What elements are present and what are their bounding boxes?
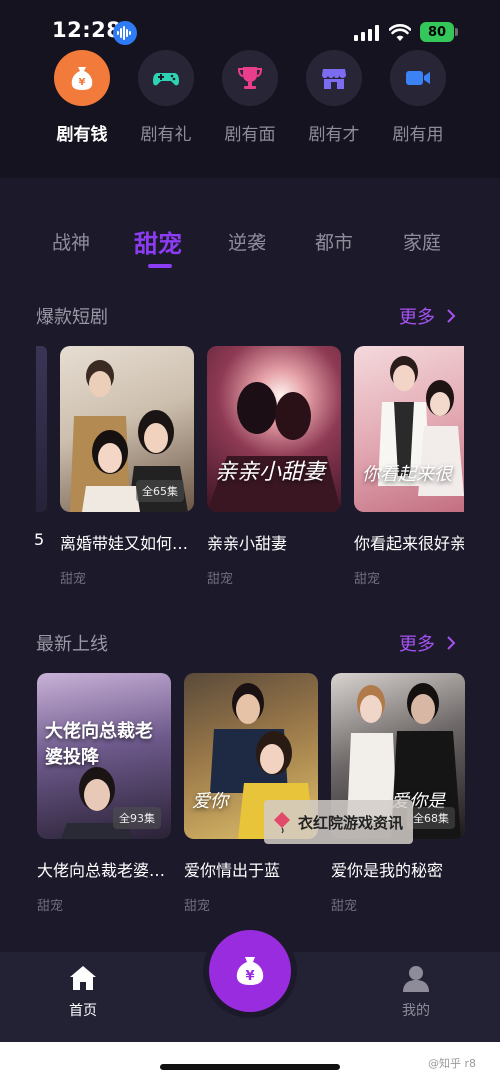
quick-nav-item-useful[interactable]: 剧有用 xyxy=(377,50,459,145)
drama-genre: 甜宠 xyxy=(60,572,87,587)
episode-badge: 全65集 xyxy=(136,480,184,502)
chevron-right-icon xyxy=(447,309,456,323)
drama-title: 你看起来很好亲 xyxy=(354,534,464,553)
active-tab-indicator xyxy=(148,264,172,268)
quick-nav-label: 剧有礼 xyxy=(140,125,192,145)
episode-badge: 全68集 xyxy=(407,807,455,829)
tab-nixi[interactable]: 逆袭 xyxy=(228,228,266,255)
partial-title: 5 xyxy=(34,530,45,549)
drama-genre: 甜宠 xyxy=(37,899,64,914)
quick-nav-item-gift[interactable]: 剧有礼 xyxy=(125,50,207,145)
money-bag-icon: ¥ xyxy=(236,957,264,985)
trophy-icon xyxy=(222,50,278,106)
video-camera-icon xyxy=(390,50,446,106)
kite-icon xyxy=(274,812,290,834)
drama-title: 大佬向总裁老婆… xyxy=(37,861,166,880)
drama-title: 爱你是我的秘密 xyxy=(331,861,444,880)
person-icon xyxy=(403,966,429,992)
drama-card[interactable]: 全65集 离婚带娃又如何… 甜宠 xyxy=(60,346,194,587)
status-bar: 12:28 80 xyxy=(0,0,500,52)
watermark: 衣红院游戏资讯 xyxy=(264,800,413,844)
nav-mine[interactable]: 我的 xyxy=(381,962,451,1020)
quick-nav-label: 剧有钱 xyxy=(56,125,108,145)
svg-text:¥: ¥ xyxy=(79,77,86,88)
home-indicator[interactable] xyxy=(160,1064,340,1070)
drama-card[interactable]: 爱你是 全68集 爱你是我的秘密 甜宠 xyxy=(331,673,465,914)
section-title-new: 最新上线 xyxy=(36,634,108,655)
nav-mine-label: 我的 xyxy=(402,1003,430,1019)
poster-title-art: 爱你 xyxy=(192,791,228,812)
more-label: 更多 xyxy=(399,307,435,328)
quick-nav: ¥ 剧有钱 剧有礼 剧有面 剧有才 剧有用 xyxy=(41,50,471,160)
gamepad-icon xyxy=(138,50,194,106)
chevron-right-icon xyxy=(447,636,456,650)
drama-card[interactable]: 亲亲小甜妻 亲亲小甜妻 甜宠 xyxy=(207,346,341,587)
poster-title-art: 大佬向总裁老婆投降 xyxy=(45,721,153,768)
episode-badge: 全93集 xyxy=(113,807,161,829)
poster-figures xyxy=(207,382,341,512)
drama-poster: 你看起来很 xyxy=(354,346,464,512)
battery-icon: 80 xyxy=(420,22,454,42)
wifi-icon xyxy=(389,24,411,41)
drama-poster: 大佬向总裁老婆投降 全93集 xyxy=(37,673,171,839)
money-bag-icon: ¥ xyxy=(54,50,110,106)
more-link-hot[interactable]: 更多 xyxy=(399,303,457,329)
drama-card[interactable]: 大佬向总裁老婆投降 全93集 大佬向总裁老婆… 甜宠 xyxy=(37,673,171,914)
earn-money-button[interactable]: ¥ xyxy=(209,930,291,1012)
drama-genre: 甜宠 xyxy=(331,899,358,914)
poster-figures xyxy=(378,356,464,496)
tab-zhanshen[interactable]: 战神 xyxy=(52,228,90,255)
quick-nav-label: 剧有用 xyxy=(392,125,444,145)
section-title-hot: 爆款短剧 xyxy=(36,307,108,328)
tab-jiating[interactable]: 家庭 xyxy=(403,228,441,255)
shop-icon xyxy=(306,50,362,106)
quick-nav-item-talent[interactable]: 剧有才 xyxy=(293,50,375,145)
quick-nav-item-money[interactable]: ¥ 剧有钱 xyxy=(41,50,123,145)
drama-genre: 甜宠 xyxy=(207,572,234,587)
drama-genre: 甜宠 xyxy=(354,572,381,587)
tab-tianchong[interactable]: 甜宠 xyxy=(134,224,182,259)
drama-genre: 甜宠 xyxy=(184,899,211,914)
watermark-text: 衣红院游戏资讯 xyxy=(298,813,404,832)
status-time: 12:28 xyxy=(52,18,122,42)
category-tabs: 战神 甜宠 逆袭 都市 家庭 xyxy=(0,228,500,268)
poster-title-art: 亲亲小甜妻 xyxy=(215,460,326,485)
home-indicator-area xyxy=(0,1042,500,1083)
drama-poster: 全65集 xyxy=(60,346,194,512)
more-label: 更多 xyxy=(399,634,435,655)
partial-poster[interactable] xyxy=(36,346,47,512)
home-icon xyxy=(70,966,96,990)
quick-nav-label: 剧有才 xyxy=(308,125,360,145)
siri-icon xyxy=(113,21,137,45)
battery-tip xyxy=(455,28,458,36)
drama-card[interactable]: 爱你 爱你情出于蓝 甜宠 xyxy=(184,673,318,914)
nav-home[interactable]: 首页 xyxy=(48,962,118,1020)
cellular-signal-icon xyxy=(354,25,379,41)
drama-poster: 亲亲小甜妻 xyxy=(207,346,341,512)
svg-text:¥: ¥ xyxy=(245,969,254,984)
drama-title: 爱你情出于蓝 xyxy=(184,861,281,880)
tab-dushi[interactable]: 都市 xyxy=(315,228,353,255)
credit-watermark: @知乎 r8 xyxy=(428,1057,477,1070)
drama-title: 离婚带娃又如何… xyxy=(60,534,189,553)
poster-title-art: 你看起来很 xyxy=(362,464,452,485)
quick-nav-label: 剧有面 xyxy=(224,125,276,145)
nav-home-label: 首页 xyxy=(69,1003,97,1019)
more-link-new[interactable]: 更多 xyxy=(399,630,457,656)
drama-title: 亲亲小甜妻 xyxy=(207,534,288,553)
quick-nav-item-face[interactable]: 剧有面 xyxy=(209,50,291,145)
drama-card[interactable]: 你看起来很 你看起来很好亲 甜宠 xyxy=(354,346,464,587)
